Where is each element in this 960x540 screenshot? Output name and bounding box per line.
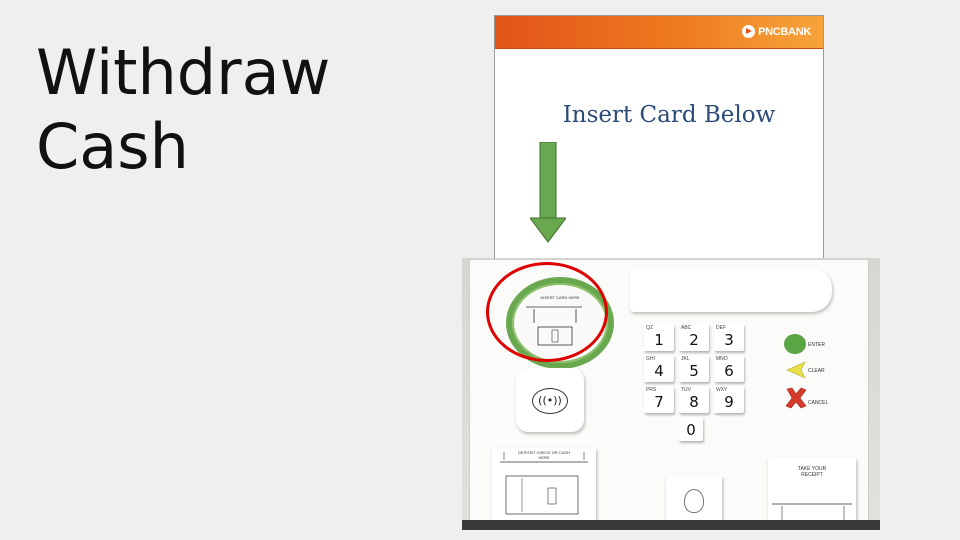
slide-title: Withdraw Cash bbox=[36, 36, 330, 184]
card-slot-highlight-circle bbox=[486, 262, 608, 362]
keypad-key-1[interactable]: QZ 1 bbox=[644, 324, 674, 351]
fingerprint-icon bbox=[684, 489, 704, 513]
contactless-icon: ((•)) bbox=[532, 388, 568, 414]
slide-title-line2: Cash bbox=[36, 110, 189, 183]
keypad-key-4[interactable]: GHI 4 bbox=[644, 355, 674, 382]
contactless-reader[interactable]: ((•)) bbox=[516, 368, 584, 432]
keypad-key-5[interactable]: JKL 5 bbox=[679, 355, 709, 382]
deposit-slot[interactable]: DEPOSIT CHECK OR CASH HERE bbox=[492, 448, 596, 520]
cancel-label: CANCEL bbox=[808, 400, 829, 406]
slide-title-line1: Withdraw bbox=[36, 36, 331, 109]
screen-prompt: Insert Card Below bbox=[562, 102, 776, 128]
receipt-printer-slot bbox=[630, 268, 832, 312]
keypad-key-6[interactable]: MNO 6 bbox=[714, 355, 744, 382]
down-arrow-icon bbox=[530, 142, 566, 243]
bank-logo: PNCBANK bbox=[742, 25, 811, 38]
keypad-key-9[interactable]: WXY 9 bbox=[714, 386, 744, 413]
deposit-slot-drawing bbox=[500, 452, 588, 515]
screen-header-bar: PNCBANK bbox=[495, 16, 823, 49]
cash-dispenser-drawing bbox=[772, 503, 852, 520]
clear-button[interactable] bbox=[783, 360, 807, 380]
keypad-key-7[interactable]: PRS 7 bbox=[644, 386, 674, 413]
enter-button[interactable] bbox=[784, 334, 806, 354]
keypad-key-3[interactable]: DEF 3 bbox=[714, 324, 744, 351]
cancel-button[interactable] bbox=[784, 386, 808, 410]
clear-label: CLEAR bbox=[808, 368, 825, 374]
fingerprint-scanner[interactable] bbox=[666, 476, 722, 524]
keypad-key-8[interactable]: TUV 8 bbox=[679, 386, 709, 413]
enter-label: ENTER bbox=[808, 342, 825, 348]
bank-logo-icon bbox=[742, 25, 756, 38]
cash-dispenser: TAKE YOUR RECEIPT bbox=[768, 458, 856, 524]
bank-logo-text: PNCBANK bbox=[758, 25, 811, 38]
keypad-key-0[interactable]: 0 bbox=[679, 417, 703, 441]
keypad-key-2[interactable]: ABC 2 bbox=[679, 324, 709, 351]
